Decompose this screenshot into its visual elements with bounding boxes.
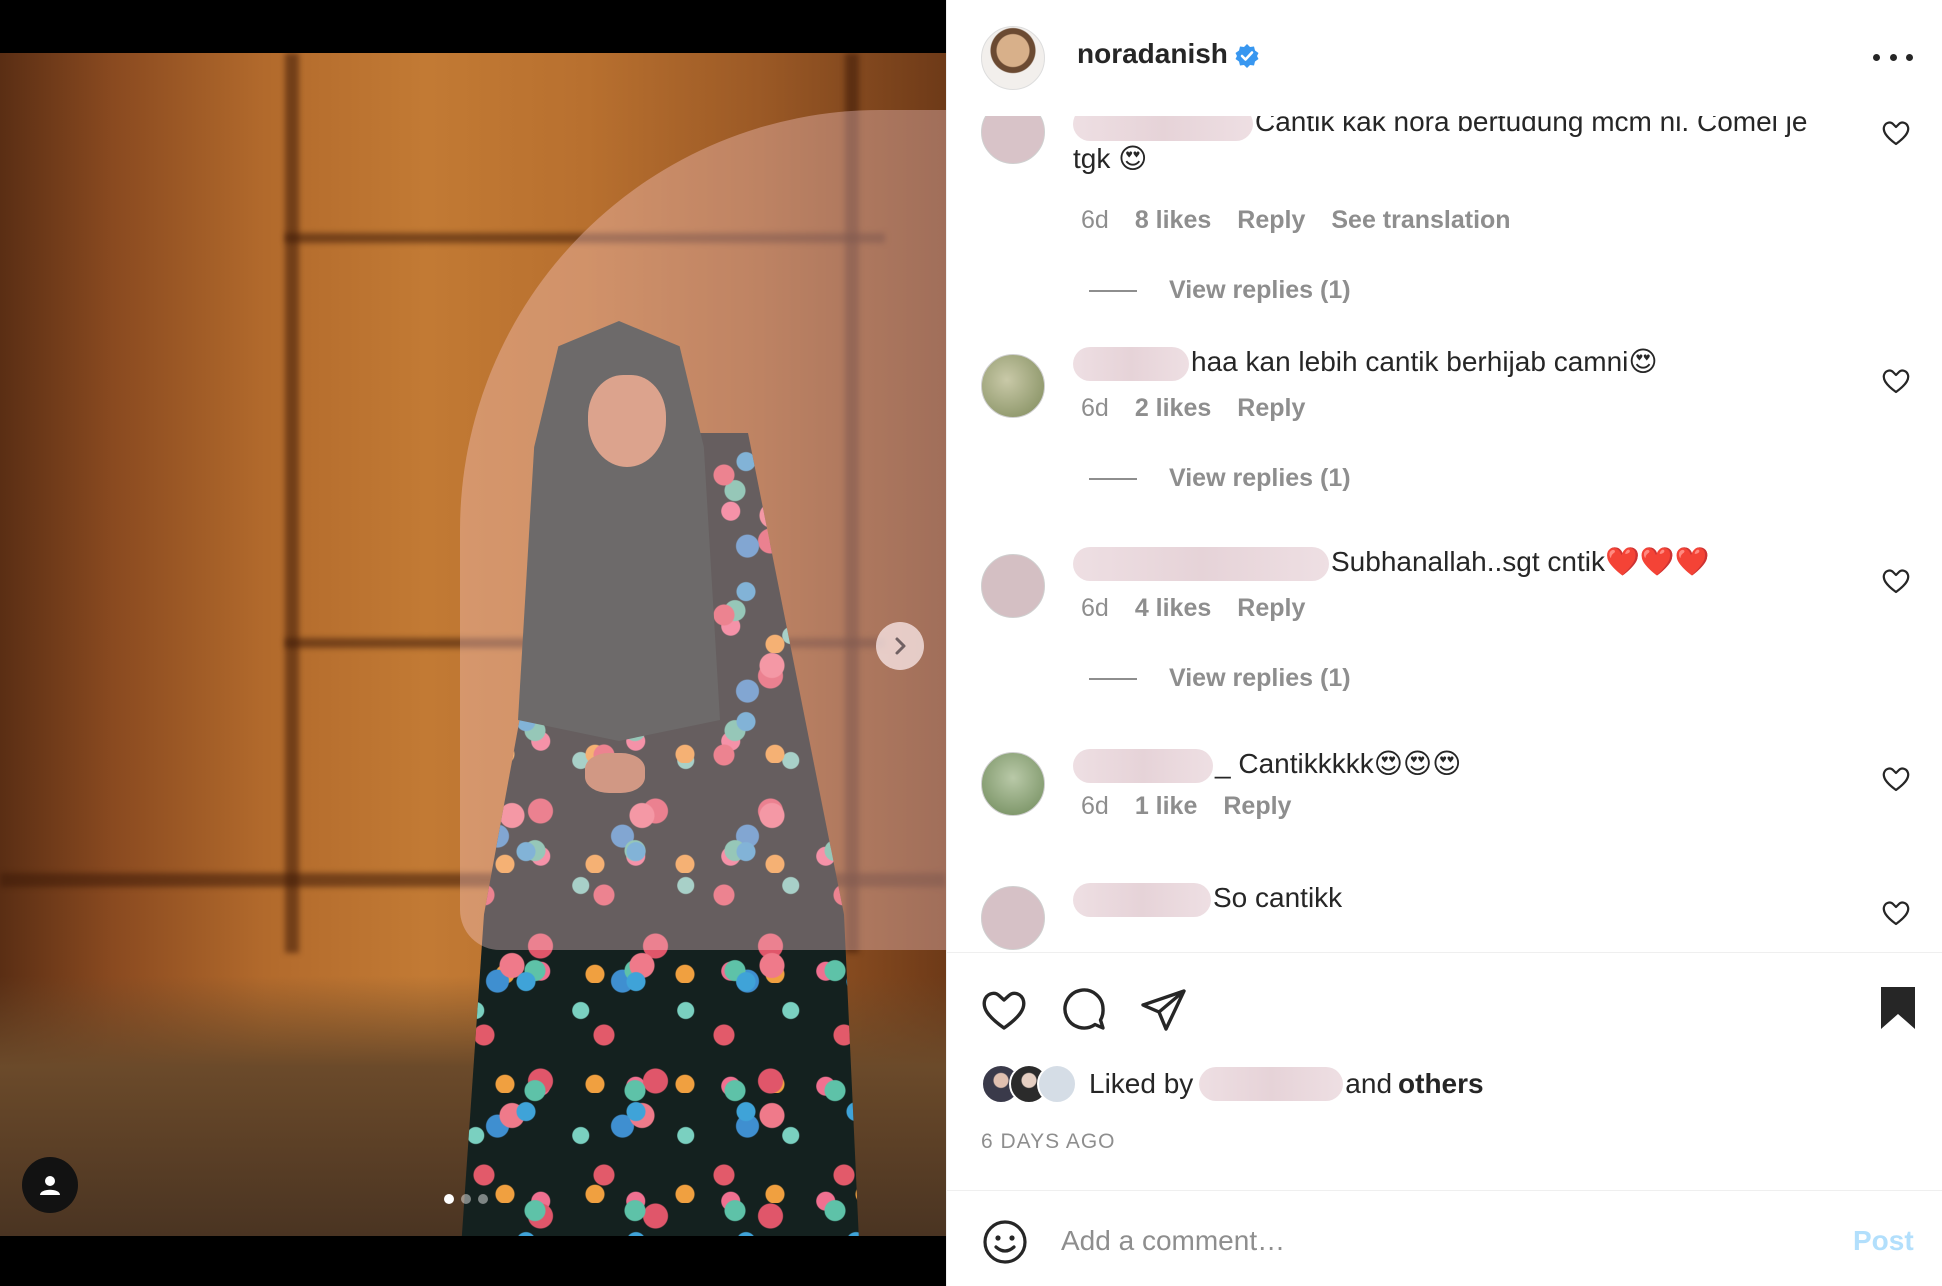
comment-body: So cantikk: [1073, 880, 1833, 917]
commenter-avatar[interactable]: [981, 752, 1045, 816]
liked-by-suffix: and: [1345, 1068, 1393, 1099]
comment-body: Cantik kak nora bertudung mcm ni. Comel …: [1073, 116, 1833, 177]
commenter-avatar[interactable]: [981, 554, 1045, 618]
more-dot: [1906, 53, 1913, 61]
hands: [585, 753, 645, 793]
heart-icon[interactable]: [1881, 118, 1911, 148]
bookmark-icon[interactable]: [1873, 983, 1923, 1033]
commenter-avatar[interactable]: [981, 354, 1045, 418]
post-media-panel: [0, 0, 946, 1286]
wall-panel-edge: [285, 233, 885, 243]
blurred-username[interactable]: [1073, 546, 1329, 581]
see-translation-button[interactable]: See translation: [1331, 206, 1510, 235]
blurred-username[interactable]: [1073, 346, 1189, 381]
comment-item: Subhanallah..sgt cntik❤️❤️❤️ 6d 4 likes …: [947, 546, 1942, 734]
reply-thread-line: [1089, 289, 1137, 292]
comment-meta: 6d 1 like Reply: [1081, 792, 1291, 821]
comment-likes[interactable]: 8 likes: [1135, 206, 1211, 235]
reply-thread-line: [1089, 477, 1137, 480]
like-heart-icon[interactable]: [979, 985, 1029, 1035]
heart-icon[interactable]: [1881, 566, 1911, 596]
reply-button[interactable]: Reply: [1237, 394, 1305, 423]
comment-text: Subhanallah..sgt cntik❤️❤️❤️: [1331, 546, 1710, 577]
blurred-username[interactable]: [1199, 1067, 1344, 1101]
more-options-button[interactable]: [1873, 42, 1913, 72]
wall-panel-edge: [845, 53, 859, 953]
post-comment-button[interactable]: Post: [1853, 1225, 1914, 1257]
comment-time[interactable]: 6d: [1081, 206, 1109, 235]
heart-icon[interactable]: [1881, 764, 1911, 794]
wall-panel-edge: [285, 53, 299, 953]
view-replies-button[interactable]: View replies (1): [1089, 276, 1351, 305]
commenter-avatar[interactable]: [981, 116, 1045, 164]
view-replies-button[interactable]: View replies (1): [1089, 464, 1351, 493]
blurred-username[interactable]: [1073, 882, 1211, 917]
verified-badge-icon: [1235, 44, 1259, 68]
chevron-right-icon: [895, 637, 906, 655]
share-paper-plane-icon[interactable]: [1139, 985, 1189, 1035]
face: [588, 375, 666, 467]
tagged-users-button[interactable]: [22, 1157, 78, 1213]
author-avatar[interactable]: [981, 26, 1045, 90]
commenter-avatar[interactable]: [981, 886, 1045, 950]
more-dot: [1873, 53, 1880, 61]
comment-text: _ Cantikkkkk😍😍😍: [1215, 748, 1462, 779]
comment-item: Cantik kak nora bertudung mcm ni. Comel …: [947, 116, 1942, 320]
reply-button[interactable]: Reply: [1237, 594, 1305, 623]
user-icon: [40, 1176, 60, 1195]
view-replies-button[interactable]: View replies (1): [1089, 664, 1351, 693]
carousel-dot: [478, 1194, 488, 1204]
blurred-username[interactable]: [1073, 116, 1253, 141]
comment-time[interactable]: 6d: [1081, 394, 1109, 423]
post-actions: [947, 953, 1942, 1053]
comment-likes[interactable]: 1 like: [1135, 792, 1198, 821]
comment-item: So cantikk: [947, 882, 1942, 952]
heart-icon[interactable]: [1881, 366, 1911, 396]
comment-meta: 6d 8 likes Reply See translation: [1081, 206, 1511, 235]
liked-by-row: Liked by and others: [981, 1064, 1484, 1104]
comment-body: Subhanallah..sgt cntik❤️❤️❤️: [1073, 544, 1833, 581]
comment-meta: 6d 4 likes Reply: [1081, 594, 1305, 623]
blurred-username[interactable]: [1073, 748, 1213, 783]
post-photo[interactable]: [0, 53, 946, 1236]
comments-list[interactable]: Cantik kak nora bertudung mcm ni. Comel …: [947, 116, 1942, 952]
reply-thread-line: [1089, 677, 1137, 680]
view-replies-label: View replies (1): [1169, 276, 1351, 304]
comment-meta: 6d 2 likes Reply: [1081, 394, 1305, 423]
more-dot: [1889, 53, 1897, 61]
carousel-next-button[interactable]: [876, 622, 924, 670]
comment-body: _ Cantikkkkk😍😍😍: [1073, 746, 1833, 783]
comment-item: _ Cantikkkkk😍😍😍 6d 1 like Reply: [947, 748, 1942, 862]
heart-icon[interactable]: [1881, 898, 1911, 928]
emoji-smiley-icon[interactable]: [981, 1218, 1029, 1266]
view-replies-label: View replies (1): [1169, 464, 1351, 492]
comment-time[interactable]: 6d: [1081, 594, 1109, 623]
view-replies-label: View replies (1): [1169, 664, 1351, 692]
liked-by-prefix: Liked by: [1089, 1068, 1194, 1099]
liker-avatar[interactable]: [1037, 1064, 1077, 1104]
carousel-indicator: [444, 1194, 488, 1204]
comment-time[interactable]: 6d: [1081, 792, 1109, 821]
carousel-dot: [444, 1194, 454, 1204]
liked-by-others-link[interactable]: others: [1398, 1068, 1484, 1100]
comment-bubble-icon[interactable]: [1059, 985, 1109, 1035]
author-username[interactable]: noradanish: [1077, 38, 1228, 70]
comment-item: haa kan lebih cantik berhijab camni😍 6d …: [947, 346, 1942, 534]
liked-by-text: Liked by and others: [1089, 1067, 1484, 1101]
comment-text: haa kan lebih cantik berhijab camni😍: [1191, 346, 1658, 377]
comment-likes[interactable]: 4 likes: [1135, 594, 1211, 623]
reply-button[interactable]: Reply: [1237, 206, 1305, 235]
post-header: noradanish: [947, 0, 1942, 116]
reply-button[interactable]: Reply: [1223, 792, 1291, 821]
post-sidebar: noradanish Cantik kak nora bertudung mcm…: [946, 0, 1942, 1286]
post-timestamp[interactable]: 6 DAYS AGO: [981, 1130, 1116, 1154]
add-comment-bar: Post: [947, 1191, 1942, 1286]
comment-input[interactable]: [1061, 1217, 1801, 1265]
comment-body: haa kan lebih cantik berhijab camni😍: [1073, 344, 1833, 381]
comment-likes[interactable]: 2 likes: [1135, 394, 1211, 423]
carousel-dot: [461, 1194, 471, 1204]
comment-text: So cantikk: [1213, 882, 1343, 913]
